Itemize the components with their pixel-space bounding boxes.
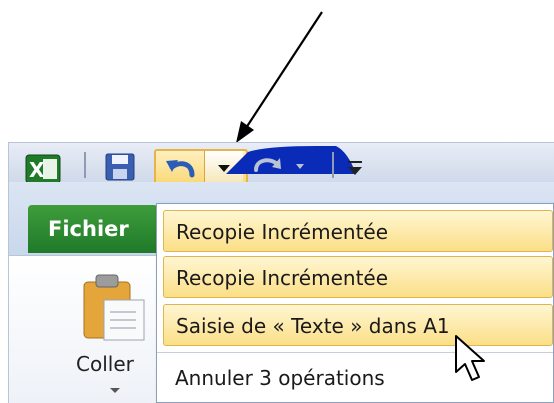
undo-history-item[interactable]: Saisie de « Texte » dans A1 <box>163 304 553 346</box>
undo-history-menu: Recopie Incrémentée Recopie Incrémentée … <box>156 203 554 403</box>
paste-dropdown-caret[interactable] <box>110 388 120 393</box>
undo-history-item[interactable]: Recopie Incrémentée <box>163 256 553 298</box>
undo-icon[interactable] <box>162 153 200 183</box>
toolbar-separator <box>332 152 334 178</box>
undo-count-label: Annuler 3 opérations <box>157 352 553 402</box>
redo-icon[interactable] <box>250 150 320 180</box>
save-icon[interactable] <box>104 152 136 182</box>
paste-button-label[interactable]: Coller <box>76 352 134 376</box>
customize-qat-icon[interactable] <box>344 158 366 178</box>
mouse-cursor-icon <box>455 335 485 381</box>
excel-app-icon[interactable]: X <box>25 154 61 184</box>
tab-fichier[interactable]: Fichier <box>28 205 158 253</box>
toolbar-separator <box>84 152 86 178</box>
svg-text:X: X <box>29 158 45 182</box>
paste-icon[interactable] <box>74 272 154 342</box>
excel-window: X Fichier Coller Recopie Incrémentée Rec… <box>0 0 554 403</box>
undo-history-item[interactable]: Recopie Incrémentée <box>163 210 553 252</box>
